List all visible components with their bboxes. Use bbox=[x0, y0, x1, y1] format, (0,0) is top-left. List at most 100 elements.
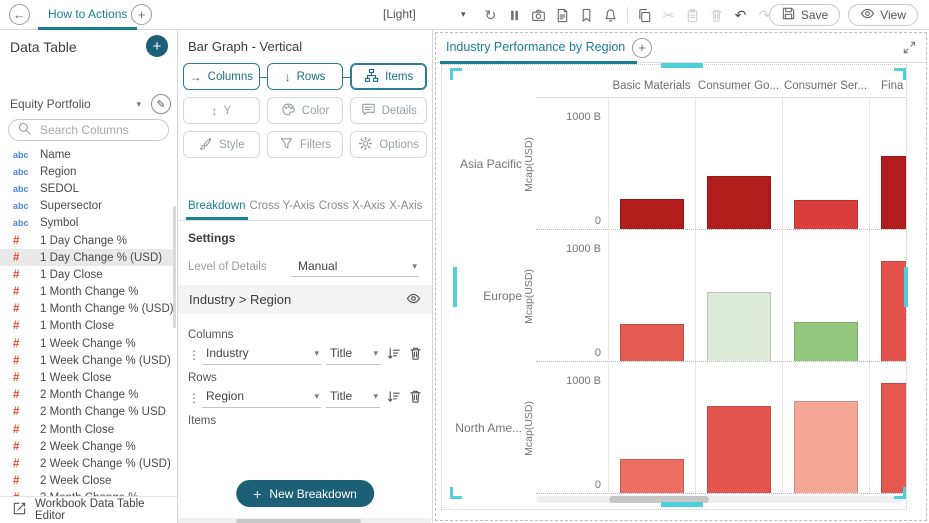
delete-column-button[interactable] bbox=[407, 346, 424, 363]
filters-shelf-button[interactable]: Filters bbox=[267, 131, 344, 158]
columns-shelf-button[interactable]: →Columns bbox=[183, 63, 260, 90]
column-list-item[interactable]: #2 Week Change % bbox=[0, 438, 173, 455]
column-list-item[interactable]: abcName bbox=[0, 146, 173, 163]
column-list-item[interactable]: #2 Week Change % (USD) bbox=[0, 455, 173, 472]
dashboard-tab[interactable]: Industry Performance by Region bbox=[440, 33, 637, 63]
breakdown-section-header[interactable]: Industry > Region bbox=[178, 285, 432, 314]
column-list-item[interactable]: #1 Day Change % (USD) bbox=[0, 249, 173, 266]
column-list-item[interactable]: abcSymbol bbox=[0, 215, 173, 232]
undo-icon[interactable]: ↶ bbox=[729, 3, 752, 27]
column-list-item[interactable]: #1 Month Change % bbox=[0, 284, 173, 301]
visualization-settings-panel: Bar Graph - Vertical →Columns↓RowsItems↕… bbox=[178, 30, 433, 523]
y-shelf-button[interactable]: ↕Y bbox=[183, 97, 260, 124]
bar[interactable] bbox=[707, 292, 771, 361]
drag-handle-icon[interactable]: ⋮ bbox=[188, 348, 197, 362]
tab-cross-x-axis[interactable]: Cross X-Axis bbox=[317, 193, 387, 220]
table-selector[interactable]: Equity Portfolio bbox=[10, 97, 136, 111]
scrollbar-thumb[interactable] bbox=[236, 519, 361, 523]
table-caret-icon[interactable]: ▾ bbox=[136, 99, 141, 110]
tab-x-axis[interactable]: X-Axis bbox=[387, 193, 424, 220]
column-list-item[interactable]: #1 Day Change % bbox=[0, 232, 173, 249]
resize-handle-top[interactable] bbox=[661, 63, 703, 68]
back-button[interactable]: ← bbox=[9, 4, 30, 25]
add-dashboard-tab-button[interactable]: + bbox=[632, 38, 652, 58]
options-shelf-button[interactable]: Options bbox=[350, 131, 427, 158]
bar[interactable] bbox=[620, 199, 684, 229]
view-button[interactable]: View bbox=[848, 4, 918, 26]
bar[interactable] bbox=[794, 401, 858, 493]
column-list-item[interactable]: #1 Week Change % (USD) bbox=[0, 352, 173, 369]
notifications-bell-icon[interactable] bbox=[599, 3, 622, 27]
bar[interactable] bbox=[707, 406, 771, 493]
expand-icon[interactable] bbox=[902, 40, 917, 58]
columns-mode-select[interactable]: Title ▾ bbox=[326, 344, 380, 365]
export-pdf-icon[interactable] bbox=[551, 3, 574, 27]
column-name: 1 Day Change % (USD) bbox=[40, 252, 162, 264]
delete-trash-icon[interactable] bbox=[705, 3, 728, 27]
paste-clipboard-icon[interactable] bbox=[681, 3, 704, 27]
column-list-item[interactable]: #2 Week Close bbox=[0, 473, 173, 490]
new-breakdown-button[interactable]: + New Breakdown bbox=[236, 480, 374, 507]
columns-field-select[interactable]: Industry ▾ bbox=[202, 344, 321, 365]
search-input[interactable] bbox=[38, 122, 160, 138]
tab-cross-y-axis[interactable]: Cross Y-Axis bbox=[248, 193, 317, 220]
add-workbook-tab-button[interactable]: + bbox=[131, 4, 152, 25]
column-list-item[interactable]: #1 Month Close bbox=[0, 318, 173, 335]
sort-button[interactable] bbox=[385, 389, 402, 406]
state-caret-icon[interactable]: ▾ bbox=[461, 0, 466, 30]
bar[interactable] bbox=[620, 324, 684, 361]
column-list-item[interactable]: #1 Week Change % bbox=[0, 335, 173, 352]
workbook-data-table-editor[interactable]: Workbook Data Table Editor bbox=[0, 496, 177, 523]
grid-cell bbox=[608, 98, 695, 229]
visibility-eye-icon[interactable] bbox=[406, 291, 421, 309]
bar[interactable] bbox=[794, 322, 858, 361]
bar[interactable] bbox=[707, 176, 771, 229]
column-name: 2 Week Change % bbox=[40, 441, 136, 453]
bar[interactable] bbox=[881, 261, 906, 361]
bar[interactable] bbox=[881, 156, 906, 229]
bar[interactable] bbox=[794, 200, 858, 229]
search-box bbox=[8, 119, 169, 141]
shelf-buttons: →Columns ↓RowsItems ↕Y ColorDetails Style Fil… bbox=[183, 63, 427, 165]
column-list-item[interactable]: #2 Month Change % USD bbox=[0, 404, 173, 421]
pause-icon[interactable] bbox=[503, 3, 526, 27]
add-data-table-button[interactable]: + bbox=[146, 35, 168, 57]
trash-icon bbox=[408, 346, 423, 364]
bar[interactable] bbox=[881, 383, 906, 493]
save-button[interactable]: Save bbox=[769, 4, 840, 26]
column-list-item[interactable]: abcSEDOL bbox=[0, 180, 173, 197]
rows-mode-select[interactable]: Title ▾ bbox=[326, 387, 380, 408]
snapshot-camera-icon[interactable] bbox=[527, 3, 550, 27]
rows-shelf-button[interactable]: ↓Rows bbox=[267, 63, 344, 90]
resize-handle-left[interactable] bbox=[453, 267, 457, 307]
column-list-item[interactable]: #1 Month Change % (USD) bbox=[0, 301, 173, 318]
rows-field-select[interactable]: Region ▾ bbox=[202, 387, 321, 408]
sort-button[interactable] bbox=[385, 346, 402, 363]
resize-handle-right[interactable] bbox=[904, 267, 908, 307]
column-list-item[interactable]: #2 Month Change % bbox=[0, 387, 173, 404]
column-list-item[interactable]: abcSupersector bbox=[0, 198, 173, 215]
column-list-item[interactable]: #1 Day Close bbox=[0, 266, 173, 283]
refresh-icon[interactable]: ↻ bbox=[479, 3, 502, 27]
style-shelf-button[interactable]: Style bbox=[183, 131, 260, 158]
tab-breakdown[interactable]: Breakdown bbox=[186, 193, 248, 220]
details-shelf-button[interactable]: Details bbox=[350, 97, 427, 124]
copy-icon[interactable] bbox=[633, 3, 656, 27]
drag-handle-icon[interactable]: ⋮ bbox=[188, 391, 197, 405]
column-list-item[interactable]: #1 Week Close bbox=[0, 369, 173, 386]
level-of-details-select[interactable]: Manual ▾ bbox=[292, 257, 419, 277]
items-shelf-button[interactable]: Items bbox=[350, 63, 427, 90]
sidebar-scrollbar[interactable] bbox=[173, 206, 176, 328]
bar[interactable] bbox=[620, 459, 684, 493]
bookmark-icon[interactable] bbox=[575, 3, 598, 27]
column-list-item[interactable]: abcRegion bbox=[0, 163, 173, 180]
column-list-item[interactable]: #2 Month Close bbox=[0, 421, 173, 438]
resize-handle-bottom[interactable] bbox=[661, 502, 703, 507]
grid-cell bbox=[695, 230, 782, 361]
cut-scissors-icon[interactable]: ✂ bbox=[657, 3, 680, 27]
edit-table-button[interactable]: ✎ bbox=[151, 94, 171, 114]
color-shelf-button[interactable]: Color bbox=[267, 97, 344, 124]
workbook-tab[interactable]: How to Actions bbox=[38, 0, 137, 30]
delete-row-button[interactable] bbox=[407, 389, 424, 406]
bar-graph-part[interactable]: Basic MaterialsConsumer Go...Consumer Se… bbox=[441, 64, 907, 510]
